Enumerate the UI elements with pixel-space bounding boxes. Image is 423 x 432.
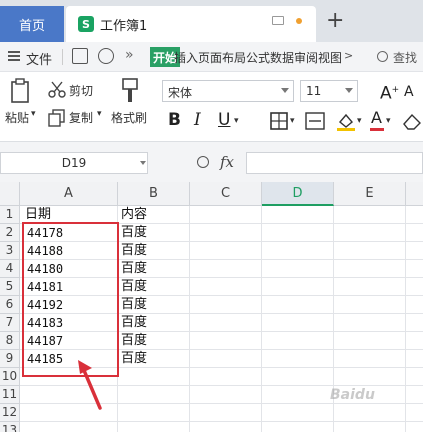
column-header-c[interactable]: C [190,182,262,206]
copy-button[interactable]: 复制 [69,109,93,126]
column-header-b[interactable]: B [118,182,190,206]
column-header-a[interactable]: A [20,182,118,206]
bold-button[interactable]: B [168,110,181,130]
format-painter-button[interactable]: 格式刷 [111,109,147,126]
menu-scroll-right-icon[interactable]: > [344,49,353,62]
font-name-value: 宋体 [168,86,193,100]
font-color-button[interactable]: A [371,108,382,128]
chevron-down-icon [281,88,289,93]
tab-bar: 首页 S 工作簿1 + [0,0,423,42]
menu-tabs[interactable]: 插入页面布局公式数据审阅视图 [174,49,342,66]
annotation-highlight-box [22,222,119,377]
shrink-font-label: A [404,84,414,100]
cell-b1[interactable]: 内容 [121,206,147,224]
cell-b3[interactable]: 百度 [121,242,147,260]
row-header[interactable]: 12 [0,404,20,422]
row-header[interactable]: 7 [0,314,20,332]
scissors-icon[interactable] [48,81,66,99]
cell-b5[interactable]: 百度 [121,278,147,296]
italic-button[interactable]: I [194,110,201,130]
row-header[interactable]: 6 [0,296,20,314]
border-dropdown-icon[interactable]: ▾ [290,116,295,126]
fill-color-icon[interactable] [336,112,356,132]
merge-cells-icon[interactable] [305,112,325,130]
more-chevron-icon[interactable]: » [125,47,134,63]
spreadsheet-grid[interactable]: A B C D E 1 2 3 4 5 6 7 8 9 10 11 12 13 日期 内容 44178 4418… [0,182,423,432]
border-icon[interactable] [270,112,288,130]
fill-color-dropdown-icon[interactable]: ▾ [357,116,362,126]
font-size-value: 11 [306,84,322,98]
column-header-e[interactable]: E [334,182,406,206]
grid-line [405,206,406,432]
font-name-select[interactable]: 宋体 [162,80,294,102]
column-header-f[interactable] [406,182,423,206]
search-icon[interactable] [377,51,388,62]
underline-dropdown-icon[interactable]: ▾ [234,116,239,126]
row-header[interactable]: 4 [0,260,20,278]
row-header[interactable]: 8 [0,332,20,350]
row-header[interactable]: 9 [0,350,20,368]
cell-b9[interactable]: 百度 [121,350,147,368]
cell-b4[interactable]: 百度 [121,260,147,278]
formula-bar: D19 fx [0,142,423,182]
row-header[interactable]: 2 [0,224,20,242]
save-icon[interactable] [72,48,88,64]
menu-search[interactable]: 查找 [393,49,417,66]
hamburger-icon[interactable] [8,51,20,61]
row-header[interactable]: 3 [0,242,20,260]
function-icon[interactable]: fx [220,153,234,171]
document-title: 工作簿1 [100,18,148,34]
chevron-down-icon[interactable] [140,161,146,165]
font-color-swatch [370,128,384,131]
formula-input[interactable] [246,152,423,174]
ribbon: 粘贴 ▾ 剪切 复制 ▾ 格式刷 宋体 11 A+ A B I U ▾ ▾ ▾ … [0,72,423,142]
paste-icon[interactable] [10,78,32,104]
paste-button[interactable]: 粘贴 [5,109,29,126]
column-header-d[interactable]: D [262,182,334,206]
eraser-icon[interactable] [402,112,422,130]
unsaved-dot-icon [296,18,302,24]
row-header[interactable]: 5 [0,278,20,296]
menu-file[interactable]: 文件 [26,49,52,68]
cell-b2[interactable]: 百度 [121,224,147,242]
font-color-dropdown-icon[interactable]: ▾ [386,116,391,126]
grow-font-button[interactable]: A+ [380,80,399,104]
cell-b8[interactable]: 百度 [121,332,147,350]
cell-b6[interactable]: 百度 [121,296,147,314]
monitor-icon[interactable] [272,16,284,25]
select-all-corner[interactable] [0,182,20,206]
copy-icon[interactable] [48,109,66,127]
row-header[interactable]: 13 [0,422,20,432]
name-box[interactable]: D19 [0,152,148,174]
font-color-label: A [371,108,382,127]
tab-home[interactable]: 首页 [0,6,64,42]
row-header[interactable]: 1 [0,206,20,224]
cell-b7[interactable]: 百度 [121,314,147,332]
grid-line [261,206,262,432]
grow-font-label: A [380,83,392,104]
font-size-select[interactable]: 11 [300,80,358,102]
cut-button[interactable]: 剪切 [69,82,93,99]
annotation-arrow-icon [78,360,102,410]
paste-dropdown-icon[interactable]: ▾ [31,109,36,119]
new-tab-plus-icon[interactable]: + [326,8,344,34]
zoom-icon[interactable] [197,156,209,168]
grid-line [20,421,423,422]
format-painter-icon[interactable] [120,78,140,104]
copy-dropdown-icon[interactable]: ▾ [97,109,102,119]
shrink-font-button[interactable]: A [404,82,414,102]
underline-button[interactable]: U [218,110,230,130]
row-header[interactable]: 11 [0,386,20,404]
row-header[interactable]: 10 [0,368,20,386]
undo-history-icon[interactable] [98,48,114,64]
menu-separator [62,49,63,65]
chevron-down-icon [345,88,353,93]
spreadsheet-icon: S [78,16,94,32]
grid-line [189,206,190,432]
menu-bar: 文件 » 开始 插入页面布局公式数据审阅视图 > 查找 [0,42,423,72]
watermark: Baidu [330,387,375,403]
